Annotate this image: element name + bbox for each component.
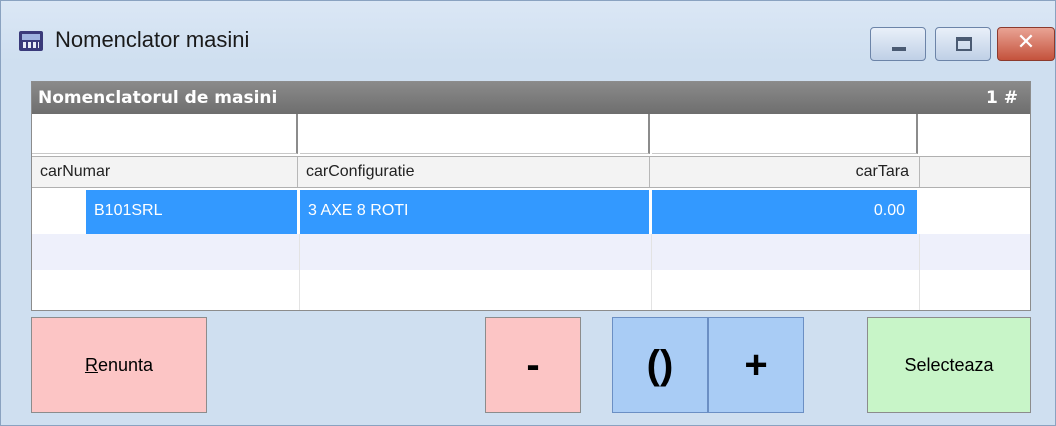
table-row[interactable]: B101SRL 3 AXE 8 ROTI 0.00 bbox=[32, 190, 1030, 234]
cell-carnumar[interactable]: B101SRL bbox=[86, 190, 298, 234]
record-count: 1 # bbox=[986, 88, 1018, 108]
cell-cartara[interactable]: 0.00 bbox=[652, 190, 918, 234]
title-bar[interactable]: Nomenclator masini ✕ bbox=[1, 1, 1055, 81]
add-button[interactable]: + bbox=[708, 317, 804, 413]
table-row-empty bbox=[32, 234, 1030, 270]
renunta-label: enunta bbox=[97, 354, 154, 375]
edit-button[interactable]: () bbox=[612, 317, 708, 413]
close-button[interactable]: ✕ bbox=[997, 27, 1055, 61]
window: Nomenclator masini ✕ Nomenclatorul de ma… bbox=[0, 0, 1056, 426]
minimize-button[interactable] bbox=[870, 27, 926, 61]
renunta-button[interactable]: Renunta bbox=[31, 317, 207, 413]
filter-row bbox=[32, 114, 1030, 156]
empty-cell bbox=[652, 234, 920, 270]
column-header-empty bbox=[920, 157, 1030, 187]
column-header-carconfiguratie[interactable]: carConfiguratie bbox=[298, 157, 650, 187]
filter-carconfiguratie-input[interactable] bbox=[300, 114, 650, 154]
cell-carconfiguratie[interactable]: 3 AXE 8 ROTI bbox=[300, 190, 650, 234]
column-headers: carNumar carConfiguratie carTara bbox=[32, 156, 1030, 188]
minimize-icon bbox=[892, 47, 906, 51]
empty-cell bbox=[32, 234, 300, 270]
maximize-button[interactable] bbox=[935, 27, 991, 61]
empty-cell bbox=[32, 270, 300, 310]
close-icon: ✕ bbox=[1016, 30, 1036, 55]
filter-carnumar-input[interactable] bbox=[32, 114, 298, 154]
empty-cell bbox=[652, 270, 920, 310]
remove-button[interactable]: - bbox=[485, 317, 581, 413]
empty-cell bbox=[300, 234, 652, 270]
grid-header: Nomenclatorul de masini 1 # bbox=[32, 82, 1030, 114]
window-title: Nomenclator masini bbox=[55, 27, 250, 52]
column-header-carnumar[interactable]: carNumar bbox=[32, 157, 298, 187]
renunta-accelerator: R bbox=[84, 354, 98, 375]
selecteaza-button[interactable]: Selecteaza bbox=[867, 317, 1031, 413]
column-header-cartara[interactable]: carTara bbox=[650, 157, 920, 187]
table-row-empty bbox=[32, 270, 1030, 310]
maximize-icon bbox=[956, 37, 972, 51]
filter-cartara-input[interactable] bbox=[652, 114, 918, 154]
empty-cell bbox=[300, 270, 652, 310]
app-calculator-icon bbox=[19, 31, 43, 51]
cars-grid: Nomenclatorul de masini 1 # carNumar car… bbox=[31, 81, 1031, 311]
grid-title: Nomenclatorul de masini bbox=[38, 88, 278, 108]
